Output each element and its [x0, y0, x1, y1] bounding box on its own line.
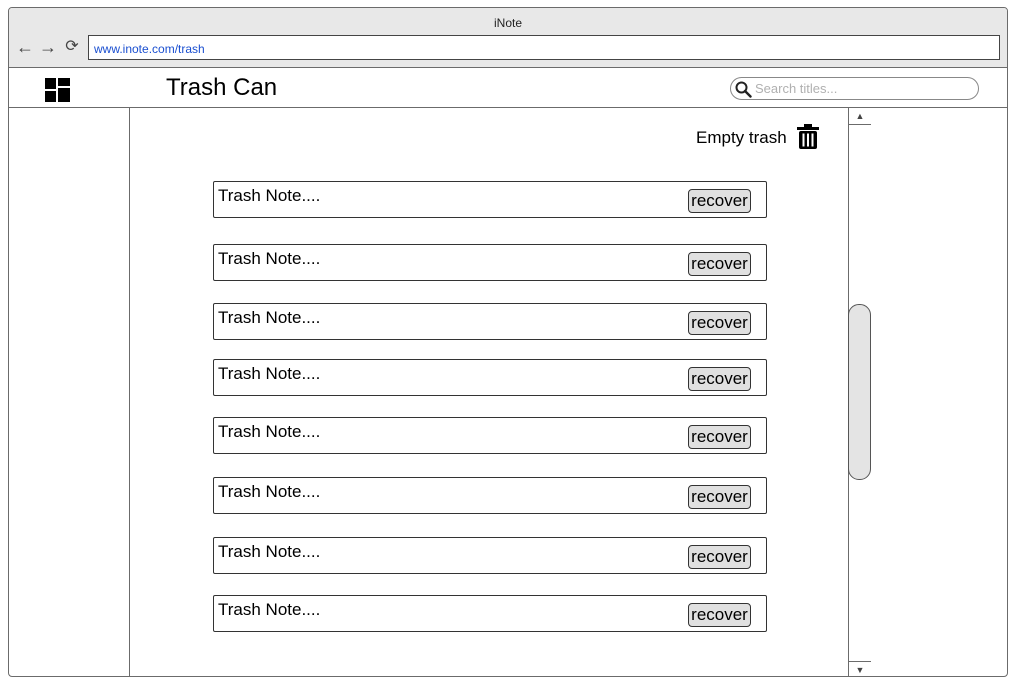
scroll-down-icon[interactable]: ▼ [849, 661, 871, 676]
note-title: Trash Note.... [218, 364, 321, 383]
note-title: Trash Note.... [218, 600, 321, 619]
window-title: iNote [493, 16, 522, 30]
app-header: Trash Can [9, 68, 1007, 108]
trash-note-item: Trash Note.... recover [213, 244, 767, 281]
trash-note-item: Trash Note.... recover [213, 181, 767, 218]
empty-trash-label: Empty trash [696, 128, 787, 147]
browser-window: iNote ← → ⟳ www.inote.com/trash Trash Ca… [8, 7, 1008, 677]
trash-note-item: Trash Note.... recover [213, 595, 767, 632]
dashboard-grid-icon[interactable] [45, 78, 70, 102]
recover-button[interactable]: recover [688, 311, 751, 335]
trash-icon [797, 124, 819, 149]
note-title: Trash Note.... [218, 422, 321, 441]
reload-icon[interactable]: ⟳ [63, 38, 81, 56]
search-icon [735, 81, 752, 98]
scroll-up-icon[interactable]: ▲ [849, 108, 871, 125]
scroll-thumb[interactable] [848, 304, 871, 480]
note-title: Trash Note.... [218, 542, 321, 561]
recover-button[interactable]: recover [688, 252, 751, 276]
trash-content-panel: Empty trash Trash Note.... recover Trash… [129, 108, 871, 676]
trash-note-item: Trash Note.... recover [213, 417, 767, 454]
vertical-scrollbar[interactable]: ▲ ▼ [848, 108, 871, 676]
trash-note-item: Trash Note.... recover [213, 537, 767, 574]
back-icon[interactable]: ← [16, 38, 34, 56]
recover-button[interactable]: recover [688, 425, 751, 449]
recover-button[interactable]: recover [688, 603, 751, 627]
trash-note-item: Trash Note.... recover [213, 303, 767, 340]
note-title: Trash Note.... [218, 308, 321, 327]
forward-icon[interactable]: → [39, 38, 57, 56]
search-input[interactable] [755, 80, 970, 97]
note-title: Trash Note.... [218, 186, 321, 205]
trash-note-item: Trash Note.... recover [213, 477, 767, 514]
search-box[interactable] [730, 77, 979, 100]
browser-titlebar: iNote ← → ⟳ www.inote.com/trash [9, 8, 1007, 68]
recover-button[interactable]: recover [688, 545, 751, 569]
page-title: Trash Can [166, 74, 278, 101]
recover-button[interactable]: recover [688, 367, 751, 391]
address-bar[interactable]: www.inote.com/trash [88, 35, 1000, 60]
note-title: Trash Note.... [218, 482, 321, 501]
trash-note-item: Trash Note.... recover [213, 359, 767, 396]
note-title: Trash Note.... [218, 249, 321, 268]
recover-button[interactable]: recover [688, 485, 751, 509]
recover-button[interactable]: recover [688, 189, 751, 213]
